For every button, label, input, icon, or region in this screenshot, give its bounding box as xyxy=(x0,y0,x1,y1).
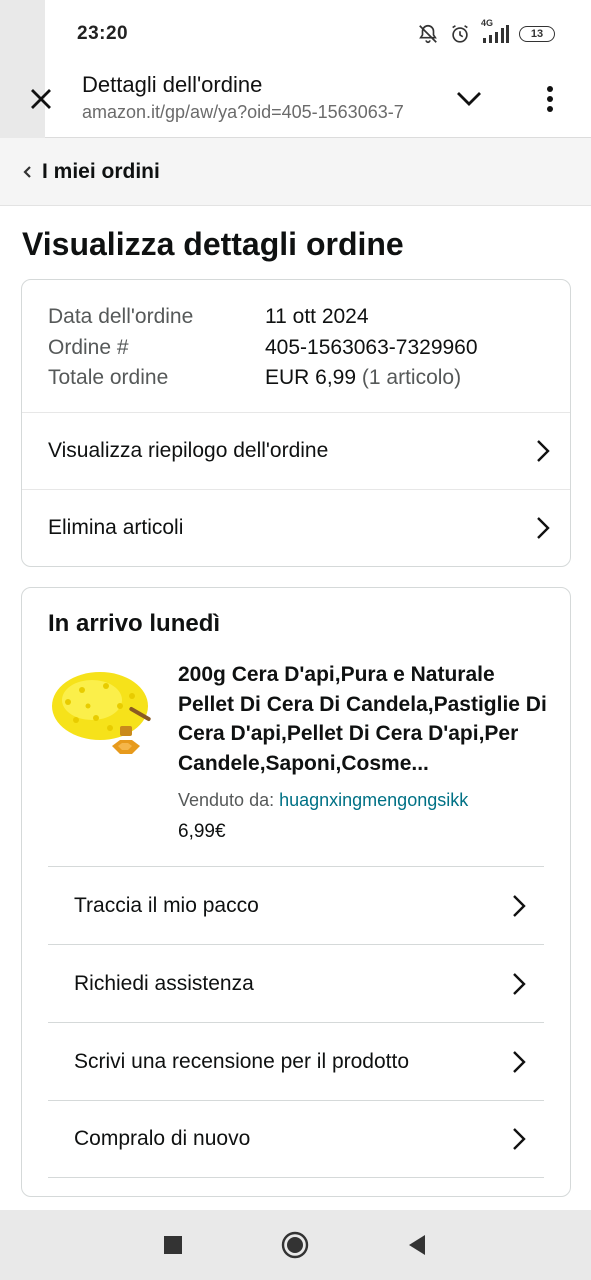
order-total: EUR 6,99 (1 articolo) xyxy=(265,363,461,394)
chevron-down-icon xyxy=(457,92,481,106)
chevron-right-icon xyxy=(537,517,550,539)
shipment-actions: Traccia il mio pacco Richiedi assistenza… xyxy=(48,866,544,1178)
expand-button[interactable] xyxy=(452,84,486,114)
chevron-right-icon xyxy=(513,1128,526,1150)
write-review-label: Scrivi una recensione per il prodotto xyxy=(74,1049,410,1073)
track-package-label: Traccia il mio pacco xyxy=(74,893,259,917)
home-icon xyxy=(281,1231,309,1259)
view-order-summary-link[interactable]: Visualizza riepilogo dell'ordine xyxy=(22,412,570,489)
product-price: 6,99€ xyxy=(178,821,226,842)
delivery-status: In arrivo lunedì xyxy=(48,610,221,637)
recents-icon xyxy=(164,1236,182,1254)
page-title: Dettagli dell'ordine xyxy=(82,72,263,97)
chevron-left-icon xyxy=(22,165,32,179)
network-label: 4G xyxy=(481,18,494,28)
write-review-button[interactable]: Scrivi una recensione per il prodotto xyxy=(48,1022,544,1100)
order-number-row: Ordine # 405-1563063-7329960 xyxy=(48,333,544,364)
navigation-bar xyxy=(0,1210,591,1280)
status-bar: 23:20 4G 13 xyxy=(0,0,591,62)
order-total-label: Totale ordine xyxy=(48,366,169,389)
product-image[interactable] xyxy=(48,662,160,770)
status-icons: 4G 13 xyxy=(417,18,555,46)
shipment-card: In arrivo lunedì 200g Cera D'api,Pura e … xyxy=(21,587,571,1197)
request-help-button[interactable]: Richiedi assistenza xyxy=(48,944,544,1022)
home-button[interactable] xyxy=(280,1230,310,1260)
close-icon xyxy=(31,89,51,109)
order-number-label: Ordine # xyxy=(48,335,129,359)
request-help-label: Richiedi assistenza xyxy=(74,971,254,995)
browser-bar: Dettagli dell'ordine amazon.it/gp/aw/ya?… xyxy=(0,62,591,138)
seller-label: Venduto da: xyxy=(178,790,280,810)
close-button[interactable] xyxy=(24,82,58,116)
back-button[interactable] xyxy=(402,1230,432,1260)
delete-items-link[interactable]: Elimina articoli xyxy=(22,489,570,566)
buy-again-button[interactable]: Compralo di nuovo xyxy=(48,1100,544,1178)
chevron-right-icon xyxy=(513,972,526,995)
breadcrumb-label: I miei ordini xyxy=(42,159,160,183)
product-title[interactable]: 200g Cera D'api,Pura e Naturale Pellet D… xyxy=(178,660,550,778)
buy-again-label: Compralo di nuovo xyxy=(74,1127,251,1150)
seller-link[interactable]: huagnxingmengongsikk xyxy=(279,790,468,810)
more-vert-icon xyxy=(547,86,553,112)
chevron-right-icon xyxy=(513,894,526,917)
order-total-row: Totale ordine EUR 6,99 (1 articolo) xyxy=(48,363,544,394)
page-url[interactable]: amazon.it/gp/aw/ya?oid=405-1563063-7 xyxy=(82,102,428,123)
chevron-right-icon xyxy=(513,1050,526,1073)
track-package-button[interactable]: Traccia il mio pacco xyxy=(48,866,544,944)
view-order-summary-label: Visualizza riepilogo dell'ordine xyxy=(48,439,329,462)
delete-items-label: Elimina articoli xyxy=(48,516,184,539)
status-time: 23:20 xyxy=(77,23,129,44)
alarm-icon xyxy=(449,23,471,45)
order-summary: Data dell'ordine 11 ott 2024 Ordine # 40… xyxy=(22,280,570,412)
more-options-button[interactable] xyxy=(535,80,565,118)
order-date-row: Data dell'ordine 11 ott 2024 xyxy=(48,302,544,333)
back-icon xyxy=(409,1235,425,1255)
chevron-right-icon xyxy=(537,440,550,462)
order-date-value: 11 ott 2024 xyxy=(265,305,369,328)
breadcrumb[interactable]: I miei ordini xyxy=(0,138,591,206)
order-number-value: 405-1563063-7329960 xyxy=(265,335,478,359)
order-date-label: Data dell'ordine xyxy=(48,305,194,328)
signal-icon: 4G xyxy=(481,18,509,44)
battery-icon: 13 xyxy=(519,26,555,42)
bell-off-icon xyxy=(417,23,439,45)
order-item-count: (1 articolo) xyxy=(361,366,462,389)
order-total-value: EUR 6,99 xyxy=(265,366,357,389)
recents-button[interactable] xyxy=(158,1230,188,1260)
order-summary-card: Data dell'ordine 11 ott 2024 Ordine # 40… xyxy=(21,279,571,567)
page-heading: Visualizza dettagli ordine xyxy=(22,226,404,262)
seller-info: Venduto da: huagnxingmengongsikk xyxy=(178,790,468,811)
